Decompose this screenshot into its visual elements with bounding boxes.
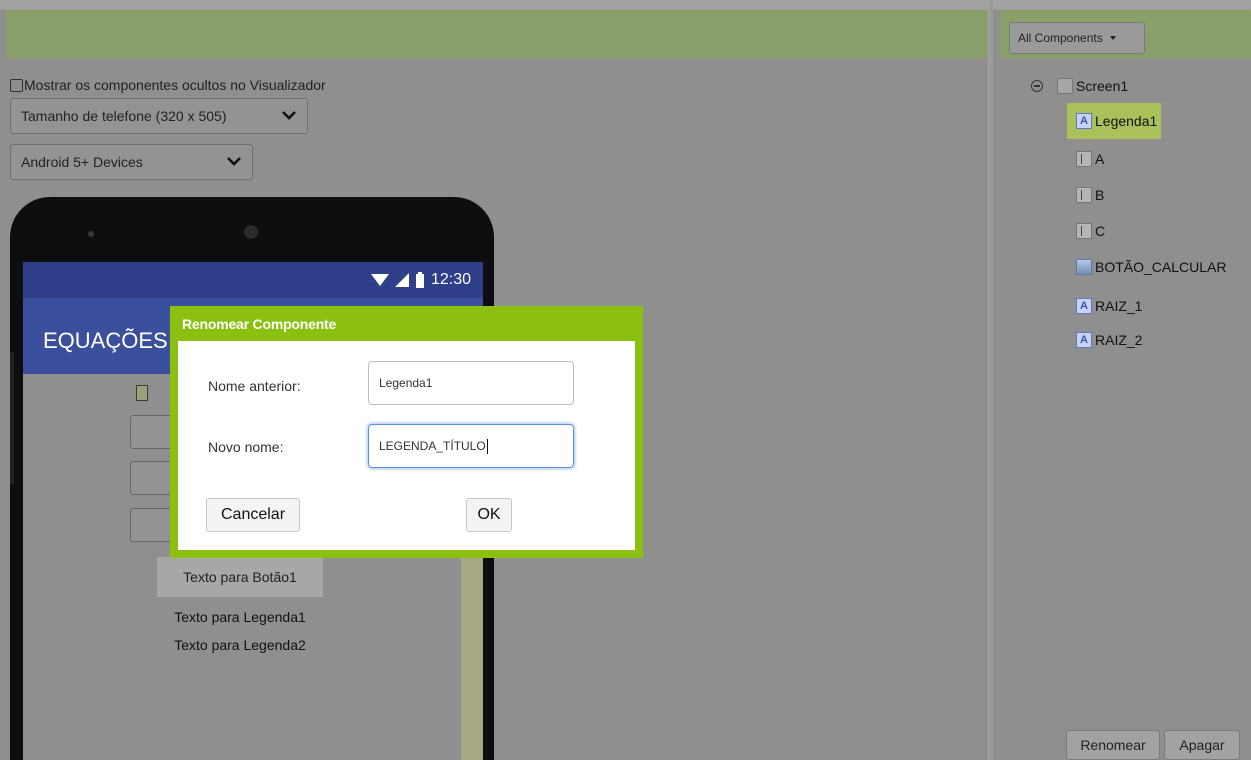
new-name-value: LEGENDA_TÍTULO — [379, 439, 486, 453]
old-name-field: Legenda1 — [368, 361, 574, 405]
label-icon: A — [1076, 113, 1092, 129]
chevron-down-icon — [227, 157, 241, 166]
raiz1-label-preview[interactable]: Texto para Legenda1 — [140, 609, 340, 625]
phone-size-select[interactable]: Tamanho de telefone (320 x 505) — [10, 98, 308, 134]
status-bar: 12:30 — [23, 262, 483, 298]
tree-item-label: B — [1095, 187, 1105, 203]
status-time: 12:30 — [430, 271, 471, 288]
tree-item-label: C — [1095, 223, 1106, 239]
phone-camera — [88, 231, 94, 237]
label-icon: A — [1076, 332, 1092, 348]
textbox-b-preview[interactable] — [130, 461, 172, 495]
screen-icon — [1057, 78, 1073, 94]
tree-item-label: Screen1 — [1076, 78, 1129, 94]
tree-item-a[interactable]: A — [1076, 147, 1104, 171]
chevron-down-icon — [282, 111, 296, 120]
tree-item-b[interactable]: B — [1076, 183, 1104, 207]
battery-icon — [415, 272, 424, 288]
tree-item-label: BOTÃO_CALCULAR — [1095, 259, 1227, 275]
textbox-icon — [1076, 151, 1092, 167]
new-name-label: Novo nome: — [208, 439, 284, 455]
device-select[interactable]: Android 5+ Devices — [10, 144, 253, 180]
button-icon — [1076, 259, 1092, 275]
new-name-field[interactable]: LEGENDA_TÍTULO — [368, 424, 574, 468]
rename-component-dialog: Renomear Componente Nome anterior: Legen… — [170, 306, 643, 558]
caret-down-icon — [1109, 36, 1116, 40]
phone-side-button — [10, 352, 14, 484]
tree-item-raiz-2[interactable]: A RAIZ_2 — [1076, 328, 1142, 352]
textbox-icon — [1076, 223, 1092, 239]
tree-item-screen1[interactable]: Screen1 — [1057, 74, 1128, 98]
dialog-body: Nome anterior: Legenda1 Novo nome: LEGEN… — [178, 341, 635, 550]
tree-item-c[interactable]: C — [1076, 219, 1105, 243]
signal-icon — [394, 273, 409, 287]
collapse-icon[interactable] — [1031, 80, 1043, 92]
app-title: EQUAÇÕES — [43, 328, 168, 353]
old-name-value: Legenda1 — [379, 376, 433, 390]
raiz2-label-preview[interactable]: Texto para Legenda2 — [140, 637, 340, 653]
all-components-label: All Components — [1018, 31, 1103, 45]
tree-item-botao-calcular[interactable]: BOTÃO_CALCULAR — [1076, 255, 1226, 279]
textbox-c-preview[interactable] — [130, 508, 172, 542]
ok-button[interactable]: OK — [466, 498, 512, 532]
tree-item-label: RAIZ_2 — [1095, 332, 1143, 348]
old-name-label: Nome anterior: — [208, 378, 301, 394]
tree-item-raiz-1[interactable]: A RAIZ_1 — [1076, 294, 1142, 318]
wifi-icon — [370, 274, 389, 286]
phone-size-select-value: Tamanho de telefone (320 x 505) — [21, 108, 227, 124]
device-select-value: Android 5+ Devices — [21, 154, 143, 170]
delete-button[interactable]: Apagar — [1164, 730, 1240, 760]
components-top-strip — [993, 0, 1251, 10]
calculate-button-preview[interactable]: Texto para Botão1 — [157, 557, 323, 597]
textbox-a-preview[interactable] — [130, 415, 172, 449]
show-hidden-components-row[interactable]: Mostrar os componentes ocultos no Visual… — [10, 77, 326, 93]
phone-speaker — [244, 225, 258, 239]
dialog-title: Renomear Componente — [182, 316, 337, 332]
viewer-header-bar — [6, 10, 988, 58]
textbox-icon — [1076, 187, 1092, 203]
tree-item-label: Legenda1 — [1095, 113, 1158, 129]
legenda1-preview[interactable] — [136, 385, 148, 401]
tree-item-legenda1[interactable]: A Legenda1 — [1067, 103, 1162, 139]
tree-item-label: A — [1095, 151, 1105, 167]
show-hidden-label: Mostrar os componentes ocultos no Visual… — [24, 77, 326, 93]
show-hidden-checkbox[interactable] — [10, 78, 23, 92]
cancel-button[interactable]: Cancelar — [206, 498, 300, 532]
viewer-top-strip — [0, 0, 993, 10]
rename-button[interactable]: Renomear — [1066, 730, 1160, 760]
text-caret — [486, 438, 488, 454]
tree-item-label: RAIZ_1 — [1095, 298, 1143, 314]
label-icon: A — [1076, 298, 1092, 314]
all-components-dropdown[interactable]: All Components — [1009, 22, 1145, 54]
